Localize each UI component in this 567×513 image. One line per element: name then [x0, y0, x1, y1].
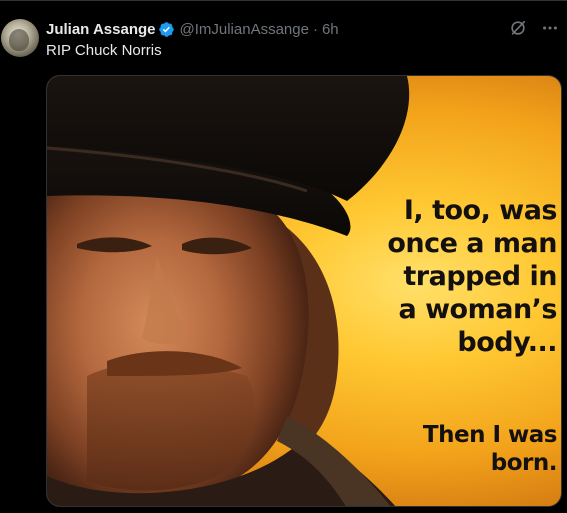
tweet-header: Julian Assange @ImJulianAssange · 6h	[46, 19, 339, 39]
display-name[interactable]: Julian Assange	[46, 21, 155, 38]
separator-dot: ·	[312, 20, 318, 38]
avatar[interactable]	[1, 19, 39, 57]
user-handle[interactable]: @ImJulianAssange	[179, 21, 308, 38]
timestamp[interactable]: 6h	[322, 21, 339, 38]
tweet-actions	[509, 19, 559, 37]
quote-text: I, too, was once a man trapped in a woma…	[387, 195, 557, 358]
quote-punchline: Then I was born.	[422, 422, 558, 476]
more-dots-icon[interactable]	[541, 19, 559, 37]
verified-badge-icon	[158, 21, 175, 38]
tweet-image[interactable]: I, too, was once a man trapped in a woma…	[46, 75, 562, 507]
tweet[interactable]: Julian Assange @ImJulianAssange · 6h RIP	[0, 0, 567, 513]
tweet-text: RIP Chuck Norris	[46, 42, 162, 59]
slashed-circle-icon[interactable]	[509, 19, 527, 37]
